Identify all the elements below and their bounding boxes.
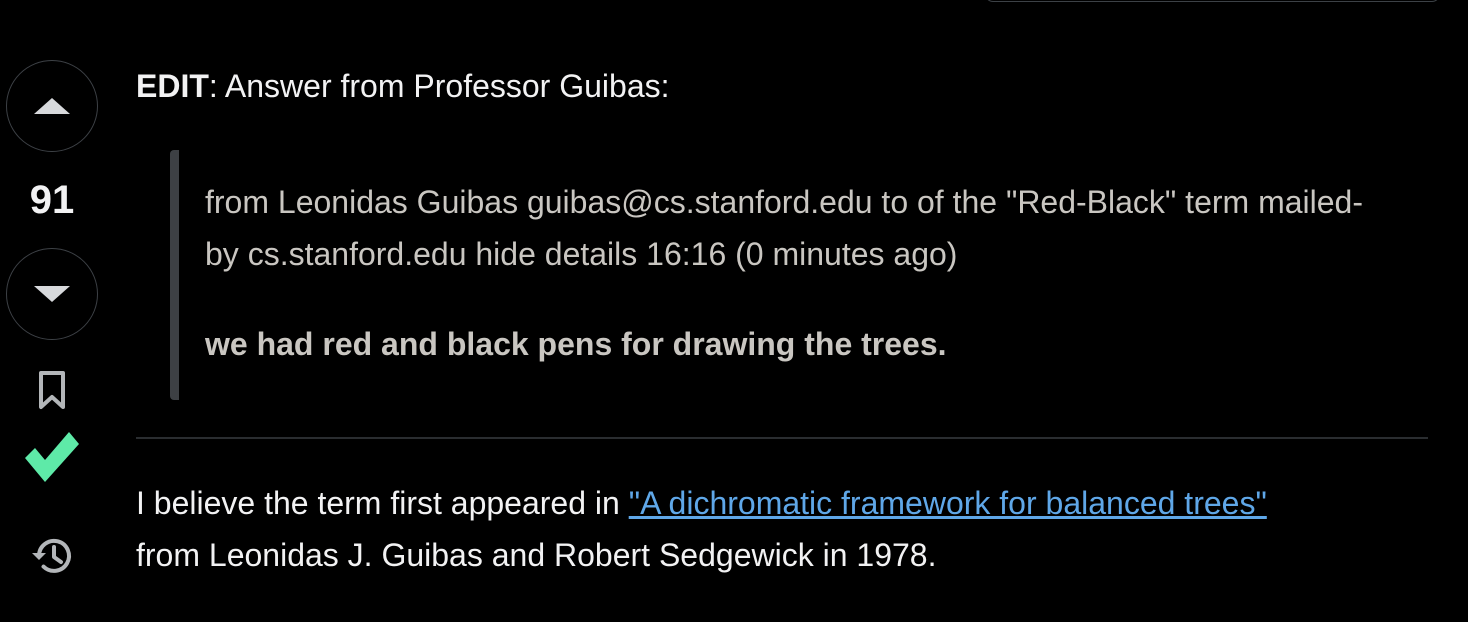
- vote-column: 91: [0, 0, 104, 622]
- paragraph-text-before: I believe the term first appeared in: [136, 485, 629, 521]
- timeline-button[interactable]: [28, 532, 76, 580]
- email-meta-text: from Leonidas Guibas guibas@cs.stanford.…: [205, 184, 1363, 272]
- checkmark-icon: [25, 432, 79, 482]
- email-blockquote: from Leonidas Guibas guibas@cs.stanford.…: [170, 150, 1410, 400]
- email-quote-bold: we had red and black pens for drawing th…: [205, 326, 947, 362]
- edit-label: EDIT: [136, 68, 209, 104]
- caret-down-icon: [34, 286, 70, 302]
- bookmark-button[interactable]: [32, 368, 72, 412]
- edit-text: : Answer from Professor Guibas:: [208, 68, 670, 104]
- caret-up-icon: [34, 98, 70, 114]
- bookmark-icon: [39, 371, 65, 409]
- answer-paragraph: I believe the term first appeared in "A …: [136, 477, 1428, 581]
- accepted-answer-indicator: [22, 426, 82, 486]
- history-icon: [32, 538, 71, 573]
- downvote-button[interactable]: [6, 248, 98, 340]
- top-panel-edge: [985, 0, 1440, 2]
- edit-line: EDIT: Answer from Professor Guibas:: [136, 60, 670, 112]
- divider: [136, 437, 1428, 439]
- paragraph-text-after: from Leonidas J. Guibas and Robert Sedge…: [136, 537, 937, 573]
- upvote-button[interactable]: [6, 60, 98, 152]
- vote-count: 91: [29, 178, 75, 222]
- paper-link[interactable]: "A dichromatic framework for balanced tr…: [629, 485, 1267, 521]
